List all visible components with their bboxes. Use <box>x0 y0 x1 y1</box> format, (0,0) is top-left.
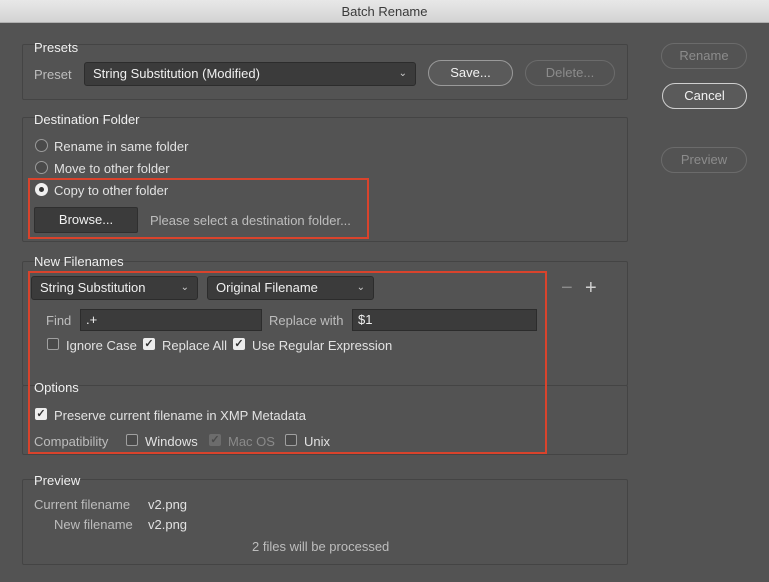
find-label: Find <box>46 313 72 328</box>
new-filename-label: New filename <box>54 517 133 532</box>
ignore-case-label: Ignore Case <box>66 338 137 353</box>
rename-type-select[interactable]: String Substitution ⌄ <box>31 276 198 300</box>
windows-label: Windows <box>145 434 198 449</box>
find-input[interactable]: .+ <box>80 309 262 331</box>
move-other-folder-label: Move to other folder <box>54 161 170 176</box>
new-filenames-group-title: New Filenames <box>34 254 124 269</box>
presets-group-title: Presets <box>34 40 79 55</box>
preserve-xmp-label: Preserve current filename in XMP Metadat… <box>54 408 306 423</box>
cancel-button[interactable]: Cancel <box>662 83 747 109</box>
replace-all-checkbox[interactable]: ✓ <box>143 338 155 350</box>
copy-other-folder-label: Copy to other folder <box>54 183 169 198</box>
move-other-folder-radio[interactable] <box>35 161 48 174</box>
macos-label: Mac OS <box>228 434 275 449</box>
rename-same-folder-label: Rename in same folder <box>54 139 189 154</box>
preview-group-title: Preview <box>34 473 81 488</box>
plus-icon[interactable]: + <box>585 278 597 298</box>
files-processed-summary: 2 files will be processed <box>252 539 390 554</box>
rename-button[interactable]: Rename <box>661 43 747 69</box>
options-group-title: Options <box>34 380 79 395</box>
chevron-down-icon: ⌄ <box>180 282 189 293</box>
compatibility-label: Compatibility <box>34 434 109 449</box>
window-title: Batch Rename <box>0 0 769 23</box>
chevron-down-icon: ⌄ <box>398 68 407 79</box>
batch-rename-dialog: Presets Preset String Substitution (Modi… <box>0 23 769 582</box>
macos-checkbox: ✓ <box>209 434 221 446</box>
rename-type-value: String Substitution <box>40 280 146 295</box>
ignore-case-checkbox[interactable] <box>47 338 59 350</box>
destination-group-title: Destination Folder <box>34 112 140 127</box>
copy-other-folder-radio[interactable] <box>35 183 48 196</box>
replace-with-input[interactable]: $1 <box>352 309 537 331</box>
rename-same-folder-radio[interactable] <box>35 139 48 152</box>
unix-label: Unix <box>304 434 331 449</box>
delete-preset-button[interactable]: Delete... <box>525 60 615 86</box>
replace-all-label: Replace All <box>162 338 228 353</box>
regex-label: Use Regular Expression <box>252 338 393 353</box>
current-filename-value: v2.png <box>148 497 188 512</box>
preview-button[interactable]: Preview <box>661 147 747 173</box>
current-filename-label: Current filename <box>34 497 131 512</box>
browse-button[interactable]: Browse... <box>34 207 138 233</box>
new-filename-value: v2.png <box>148 517 188 532</box>
chevron-down-icon: ⌄ <box>356 282 365 293</box>
save-preset-button[interactable]: Save... <box>428 60 513 86</box>
unix-checkbox[interactable] <box>285 434 297 446</box>
source-field-value: Original Filename <box>216 280 318 295</box>
destination-folder-path: Please select a destination folder... <box>150 213 351 228</box>
windows-checkbox[interactable] <box>126 434 138 446</box>
minus-icon[interactable]: − <box>561 278 573 298</box>
preset-label: Preset <box>34 67 72 82</box>
replace-with-label: Replace with <box>269 313 344 328</box>
preset-select[interactable]: String Substitution (Modified) ⌄ <box>84 62 416 86</box>
source-field-select[interactable]: Original Filename ⌄ <box>207 276 374 300</box>
regex-checkbox[interactable]: ✓ <box>233 338 245 350</box>
preset-select-value: String Substitution (Modified) <box>93 66 260 81</box>
preserve-xmp-checkbox[interactable]: ✓ <box>35 408 47 420</box>
